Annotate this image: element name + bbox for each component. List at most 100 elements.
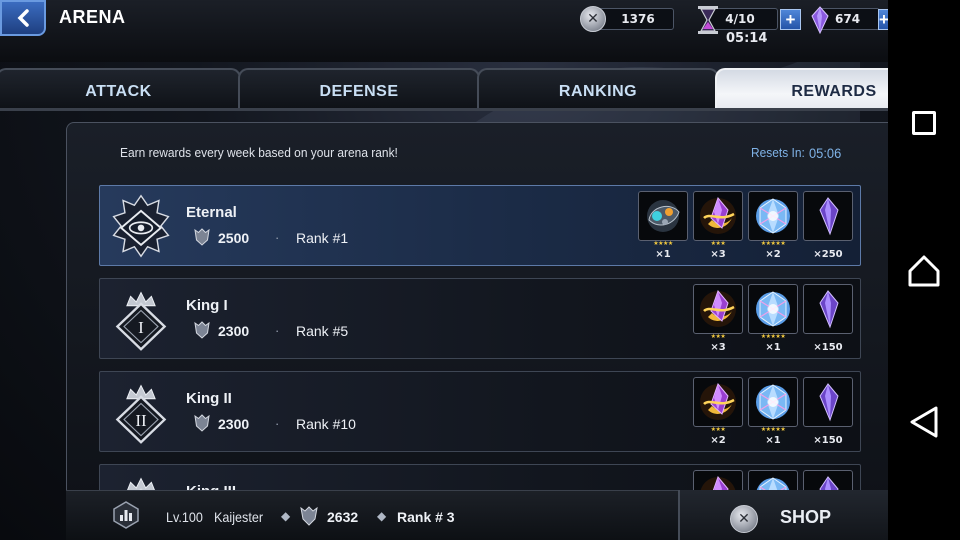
reward-quantity: ×1 bbox=[765, 342, 781, 353]
badge-numeral: I bbox=[138, 318, 144, 337]
crystal-count: 674 bbox=[835, 12, 861, 26]
purple-shard-icon bbox=[803, 377, 853, 427]
coin-icon: ✕ bbox=[730, 505, 758, 533]
tier-name: King II bbox=[186, 390, 232, 407]
reward-tier-list[interactable]: Eternal 2500 · Rank #1 ★★★★ ×1 ★★★ ×3 ★★★★★ ×2 ×25… bbox=[99, 185, 861, 490]
reward-item[interactable]: ★★★ ×2 bbox=[693, 377, 743, 449]
tier-points: 2300 bbox=[218, 323, 250, 339]
tier-points: 2300 bbox=[218, 416, 250, 432]
tier-name: King I bbox=[186, 297, 228, 314]
purple-shard-icon bbox=[803, 470, 853, 490]
reward-items: ★★★ ×2 ★★★★★ ×1 ×150 bbox=[693, 377, 853, 449]
tab-divider bbox=[0, 108, 888, 111]
tab-defense[interactable]: DEFENSE bbox=[238, 68, 480, 110]
reward-item[interactable]: ×150 bbox=[803, 284, 853, 356]
purple-shard-icon bbox=[803, 191, 853, 241]
coin-icon: ✕ bbox=[580, 6, 606, 32]
gem-crystal-icon bbox=[748, 284, 798, 334]
separator-dot-icon: ◆ bbox=[377, 509, 387, 523]
home-icon[interactable] bbox=[907, 254, 941, 288]
tier-rank: Rank #10 bbox=[296, 416, 356, 432]
reward-tier-row[interactable]: Eternal 2500 · Rank #1 ★★★★ ×1 ★★★ ×3 ★★★★★ ×2 ×25… bbox=[99, 185, 861, 266]
separator-dot: · bbox=[275, 323, 280, 338]
separator-dot: · bbox=[275, 416, 280, 431]
reward-item[interactable] bbox=[693, 470, 743, 490]
reward-quantity: ×2 bbox=[710, 435, 726, 446]
reward-item[interactable]: ★★★★★ ×1 bbox=[748, 377, 798, 449]
reward-item[interactable]: ×150 bbox=[803, 377, 853, 449]
recent-apps-icon[interactable] bbox=[912, 111, 936, 135]
arena-tabs: ATTACK DEFENSE RANKING REWARDS bbox=[0, 68, 888, 110]
reward-quantity: ×250 bbox=[813, 249, 843, 260]
separator-dot: · bbox=[275, 230, 280, 245]
energy-timer: 05:14 bbox=[726, 31, 768, 46]
reward-quantity: ×1 bbox=[655, 249, 671, 260]
purple-shard-icon bbox=[803, 284, 853, 334]
reward-stars: ★★★★★ bbox=[760, 334, 786, 340]
reward-tier-row[interactable]: II King II 2300 · Rank #10 ★★★ ×2 ★★★★★ ×1 ×150 bbox=[99, 371, 861, 452]
reward-item[interactable] bbox=[748, 470, 798, 490]
reward-items: ★★★ ×3 ★★★★★ ×1 ×150 bbox=[693, 284, 853, 356]
hourglass-icon bbox=[698, 6, 718, 34]
resets-label: Resets In: bbox=[751, 145, 805, 160]
arena-points-icon bbox=[194, 321, 210, 339]
back-triangle-icon[interactable] bbox=[908, 405, 940, 439]
reward-items: ★★★★ ×1 ★★★ ×3 ★★★★★ ×2 ×250 bbox=[638, 191, 853, 263]
energy-count: 4/10 bbox=[725, 12, 755, 26]
page-title: ARENA bbox=[59, 7, 126, 27]
reward-quantity: ×2 bbox=[765, 249, 781, 260]
reward-tier-row[interactable]: III King III bbox=[99, 464, 861, 490]
tier-rank: Rank #1 bbox=[296, 230, 349, 246]
crystal-icon bbox=[811, 6, 829, 34]
reward-quantity: ×150 bbox=[813, 342, 843, 353]
profile-stats-icon[interactable] bbox=[112, 501, 140, 529]
tier-name: Eternal bbox=[186, 204, 237, 221]
badge-numeral: II bbox=[135, 411, 147, 430]
player-level: Lv.100 bbox=[166, 509, 203, 525]
arena-points-icon bbox=[194, 414, 210, 432]
reward-stars: ★★★ bbox=[710, 427, 726, 433]
reward-quantity: ×1 bbox=[765, 435, 781, 446]
back-button[interactable] bbox=[0, 0, 46, 36]
coin-count: 1376 bbox=[621, 12, 655, 26]
gold-crystal-icon bbox=[693, 284, 743, 334]
gem-crystal-icon bbox=[748, 470, 798, 490]
reward-stars: ★★★★★ bbox=[760, 427, 786, 433]
tier-points: 2500 bbox=[218, 230, 250, 246]
gold-crystal-icon bbox=[693, 191, 743, 241]
king-badge-icon: I bbox=[115, 291, 167, 351]
reward-tier-row[interactable]: I King I 2300 · Rank #5 ★★★ ×3 ★★★★★ ×1 ×150 bbox=[99, 278, 861, 359]
reward-item[interactable]: ×250 bbox=[803, 191, 853, 263]
tab-rewards[interactable]: REWARDS bbox=[715, 68, 888, 110]
tab-attack[interactable]: ATTACK bbox=[0, 68, 241, 110]
gem-crystal-icon bbox=[748, 377, 798, 427]
reward-item[interactable]: ★★★ ×3 bbox=[693, 191, 743, 263]
tier-rank: Rank #5 bbox=[296, 323, 349, 339]
reward-item[interactable]: ★★★★★ ×2 bbox=[748, 191, 798, 263]
add-crystal-button[interactable]: + bbox=[878, 9, 888, 30]
shop-label: SHOP bbox=[780, 507, 832, 527]
arena-points-icon bbox=[300, 506, 318, 526]
gold-crystal-icon bbox=[693, 377, 743, 427]
reward-item[interactable]: ★★★ ×3 bbox=[693, 284, 743, 356]
reward-item[interactable]: ★★★★★ ×1 bbox=[748, 284, 798, 356]
reward-quantity: ×3 bbox=[710, 249, 726, 260]
reward-item[interactable] bbox=[803, 470, 853, 490]
chevron-left-icon bbox=[17, 9, 29, 27]
rewards-info-text: Earn rewards every week based on your ar… bbox=[120, 145, 398, 160]
player-rank: Rank # 3 bbox=[397, 509, 455, 525]
reward-item[interactable]: ★★★★ ×1 bbox=[638, 191, 688, 263]
king-badge-icon: II bbox=[115, 384, 167, 444]
tab-ranking[interactable]: RANKING bbox=[477, 68, 719, 110]
gold-crystal-icon bbox=[693, 470, 743, 490]
reward-stars: ★★★★ bbox=[653, 241, 673, 247]
separator-dot-icon: ◆ bbox=[281, 509, 291, 523]
reward-stars: ★★★ bbox=[710, 241, 726, 247]
add-energy-button[interactable]: + bbox=[780, 9, 801, 30]
gem-crystal-icon bbox=[748, 191, 798, 241]
tier-name: King III bbox=[186, 483, 236, 490]
reward-items bbox=[693, 470, 853, 490]
gear-shard-icon bbox=[638, 191, 688, 241]
reward-stars: ★★★★★ bbox=[760, 241, 786, 247]
resets-timer: 05:06 bbox=[809, 145, 842, 161]
